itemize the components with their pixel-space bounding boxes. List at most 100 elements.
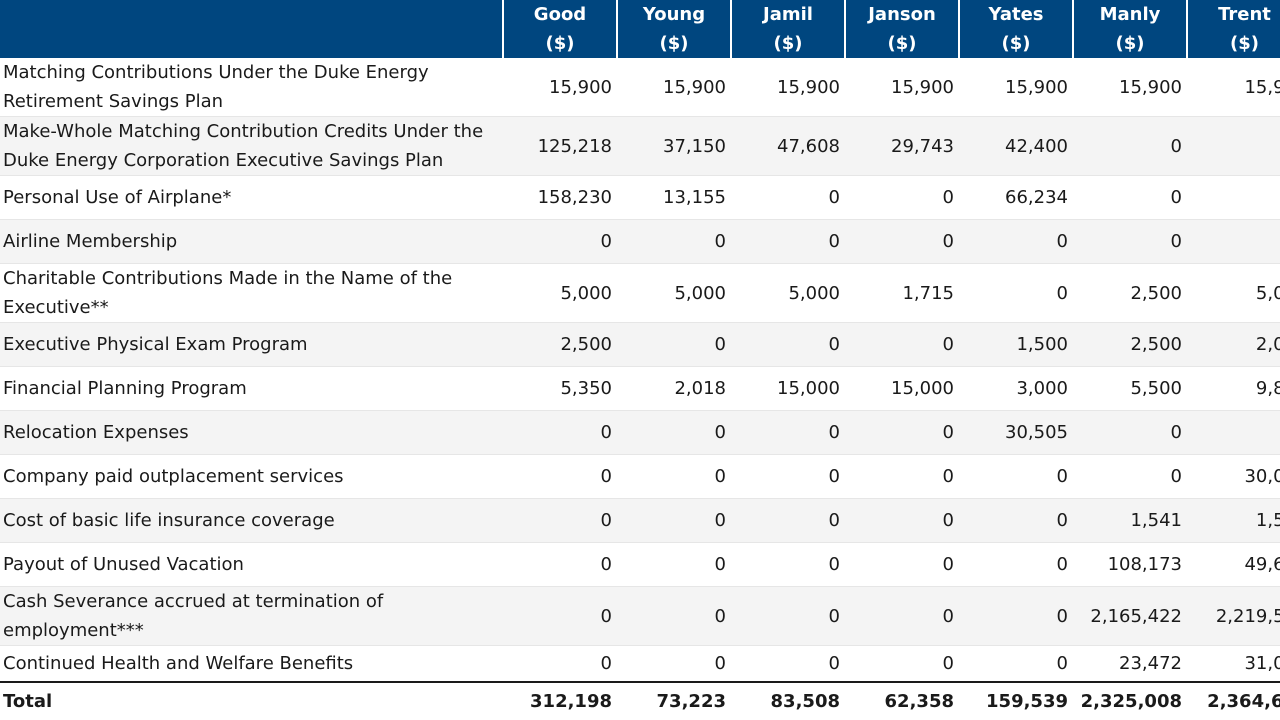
row-label: Cost of basic life insurance coverage: [0, 498, 503, 543]
value-cell: 0: [845, 410, 959, 455]
value-cell: 0: [503, 410, 617, 455]
value-cell: 0: [845, 498, 959, 543]
value-cell: [1187, 116, 1280, 176]
value-cell: 0: [1073, 175, 1187, 220]
row-label: Charitable Contributions Made in the Nam…: [0, 263, 503, 323]
value-cell: 2,500: [1073, 322, 1187, 367]
header-unit: ($): [1115, 33, 1145, 54]
row-label: Make-Whole Matching Contribution Credits…: [0, 116, 503, 176]
value-cell: 0: [503, 219, 617, 264]
table-row: Financial Planning Program 5,350 2,018 15,0…: [0, 366, 1280, 411]
header-name: Good: [533, 4, 587, 25]
value-cell: 5,350: [503, 366, 617, 411]
value-cell: 2,500: [1073, 263, 1187, 323]
value-cell: 1,57: [1187, 498, 1280, 543]
header-cell-manly: Manly ($): [1072, 0, 1187, 58]
value-cell: 0: [731, 542, 845, 587]
header-name: Yates: [988, 4, 1044, 25]
value-cell: 49,67: [1187, 542, 1280, 587]
header-cell-label: [0, 0, 503, 58]
value-cell: 0: [617, 498, 731, 543]
header-unit: ($): [887, 33, 917, 54]
table-row: Personal Use of Airplane* 158,230 13,155 0 0…: [0, 175, 1280, 220]
value-cell: 0: [845, 322, 959, 367]
row-label: Financial Planning Program: [0, 366, 503, 411]
total-value-cell: 159,539: [959, 680, 1073, 720]
value-cell: [1187, 219, 1280, 264]
value-cell: 0: [1073, 219, 1187, 264]
value-cell: 0: [617, 219, 731, 264]
value-cell: 0: [845, 454, 959, 499]
value-cell: 31,09: [1187, 645, 1280, 682]
table-row: Continued Health and Welfare Benefits 0 0 0…: [0, 645, 1280, 682]
table-row: Executive Physical Exam Program 2,500 0 0 0 1…: [0, 322, 1280, 367]
value-cell: 158,230: [503, 175, 617, 220]
value-cell: 0: [731, 454, 845, 499]
value-cell: 0: [731, 322, 845, 367]
value-cell: 13,155: [617, 175, 731, 220]
value-cell: 0: [617, 410, 731, 455]
value-cell: 5,000: [731, 263, 845, 323]
value-cell: [1187, 175, 1280, 220]
value-cell: 2,00: [1187, 322, 1280, 367]
total-value-cell: 62,358: [845, 680, 959, 720]
value-cell: 15,900: [731, 58, 845, 117]
header-cell-yates: Yates ($): [958, 0, 1073, 58]
value-cell: 15,900: [503, 58, 617, 117]
value-cell: 0: [1073, 454, 1187, 499]
value-cell: 0: [845, 586, 959, 646]
value-cell: 108,173: [1073, 542, 1187, 587]
header-cell-good: Good ($): [502, 0, 617, 58]
perquisites-table: Good ($) Young ($) Jamil ($) Janson ($) Yates ($)…: [0, 0, 1280, 720]
row-label: Cash Severance accrued at termination of…: [0, 586, 503, 646]
value-cell: 47,608: [731, 116, 845, 176]
row-label: Airline Membership: [0, 219, 503, 264]
value-cell: 0: [845, 175, 959, 220]
value-cell: 9,89: [1187, 366, 1280, 411]
value-cell: 15,900: [845, 58, 959, 117]
header-unit: ($): [1001, 33, 1031, 54]
value-cell: 0: [617, 322, 731, 367]
compensation-table-view: Good ($) Young ($) Jamil ($) Janson ($) Yates ($)…: [0, 0, 1280, 720]
total-value-cell: 83,508: [731, 680, 845, 720]
value-cell: 0: [617, 645, 731, 682]
value-cell: 0: [731, 586, 845, 646]
value-cell: 2,219,55: [1187, 586, 1280, 646]
value-cell: 0: [731, 498, 845, 543]
value-cell: 15,000: [845, 366, 959, 411]
value-cell: 0: [731, 175, 845, 220]
value-cell: 29,743: [845, 116, 959, 176]
header-name: Janson: [868, 4, 936, 25]
table-row: Airline Membership 0 0 0 0 0 0: [0, 219, 1280, 264]
value-cell: 0: [617, 586, 731, 646]
table-row: Make-Whole Matching Contribution Credits…: [0, 116, 1280, 176]
row-label: Matching Contributions Under the Duke En…: [0, 58, 503, 117]
value-cell: 3,000: [959, 366, 1073, 411]
value-cell: [1187, 410, 1280, 455]
value-cell: 37,150: [617, 116, 731, 176]
table-body: Matching Contributions Under the Duke En…: [0, 58, 1280, 720]
header-name: Trent: [1218, 4, 1271, 25]
table-row: Charitable Contributions Made in the Nam…: [0, 263, 1280, 323]
total-value-cell: 2,364,69: [1187, 680, 1280, 720]
value-cell: 0: [845, 219, 959, 264]
header-row: Good ($) Young ($) Jamil ($) Janson ($) Yates ($)…: [0, 0, 1280, 58]
value-cell: 2,018: [617, 366, 731, 411]
value-cell: 5,000: [503, 263, 617, 323]
value-cell: 1,541: [1073, 498, 1187, 543]
value-cell: 0: [731, 410, 845, 455]
value-cell: 0: [503, 542, 617, 587]
header-cell-jamil: Jamil ($): [730, 0, 845, 58]
value-cell: 0: [959, 498, 1073, 543]
value-cell: 0: [503, 586, 617, 646]
value-cell: 23,472: [1073, 645, 1187, 682]
value-cell: 0: [845, 645, 959, 682]
row-label: Company paid outplacement services: [0, 454, 503, 499]
table-row: Company paid outplacement services 0 0 0 0 0 0…: [0, 454, 1280, 499]
value-cell: 1,715: [845, 263, 959, 323]
value-cell: 0: [959, 586, 1073, 646]
value-cell: 0: [1073, 116, 1187, 176]
value-cell: 15,900: [1073, 58, 1187, 117]
value-cell: 0: [617, 542, 731, 587]
value-cell: 15,90: [1187, 58, 1280, 117]
